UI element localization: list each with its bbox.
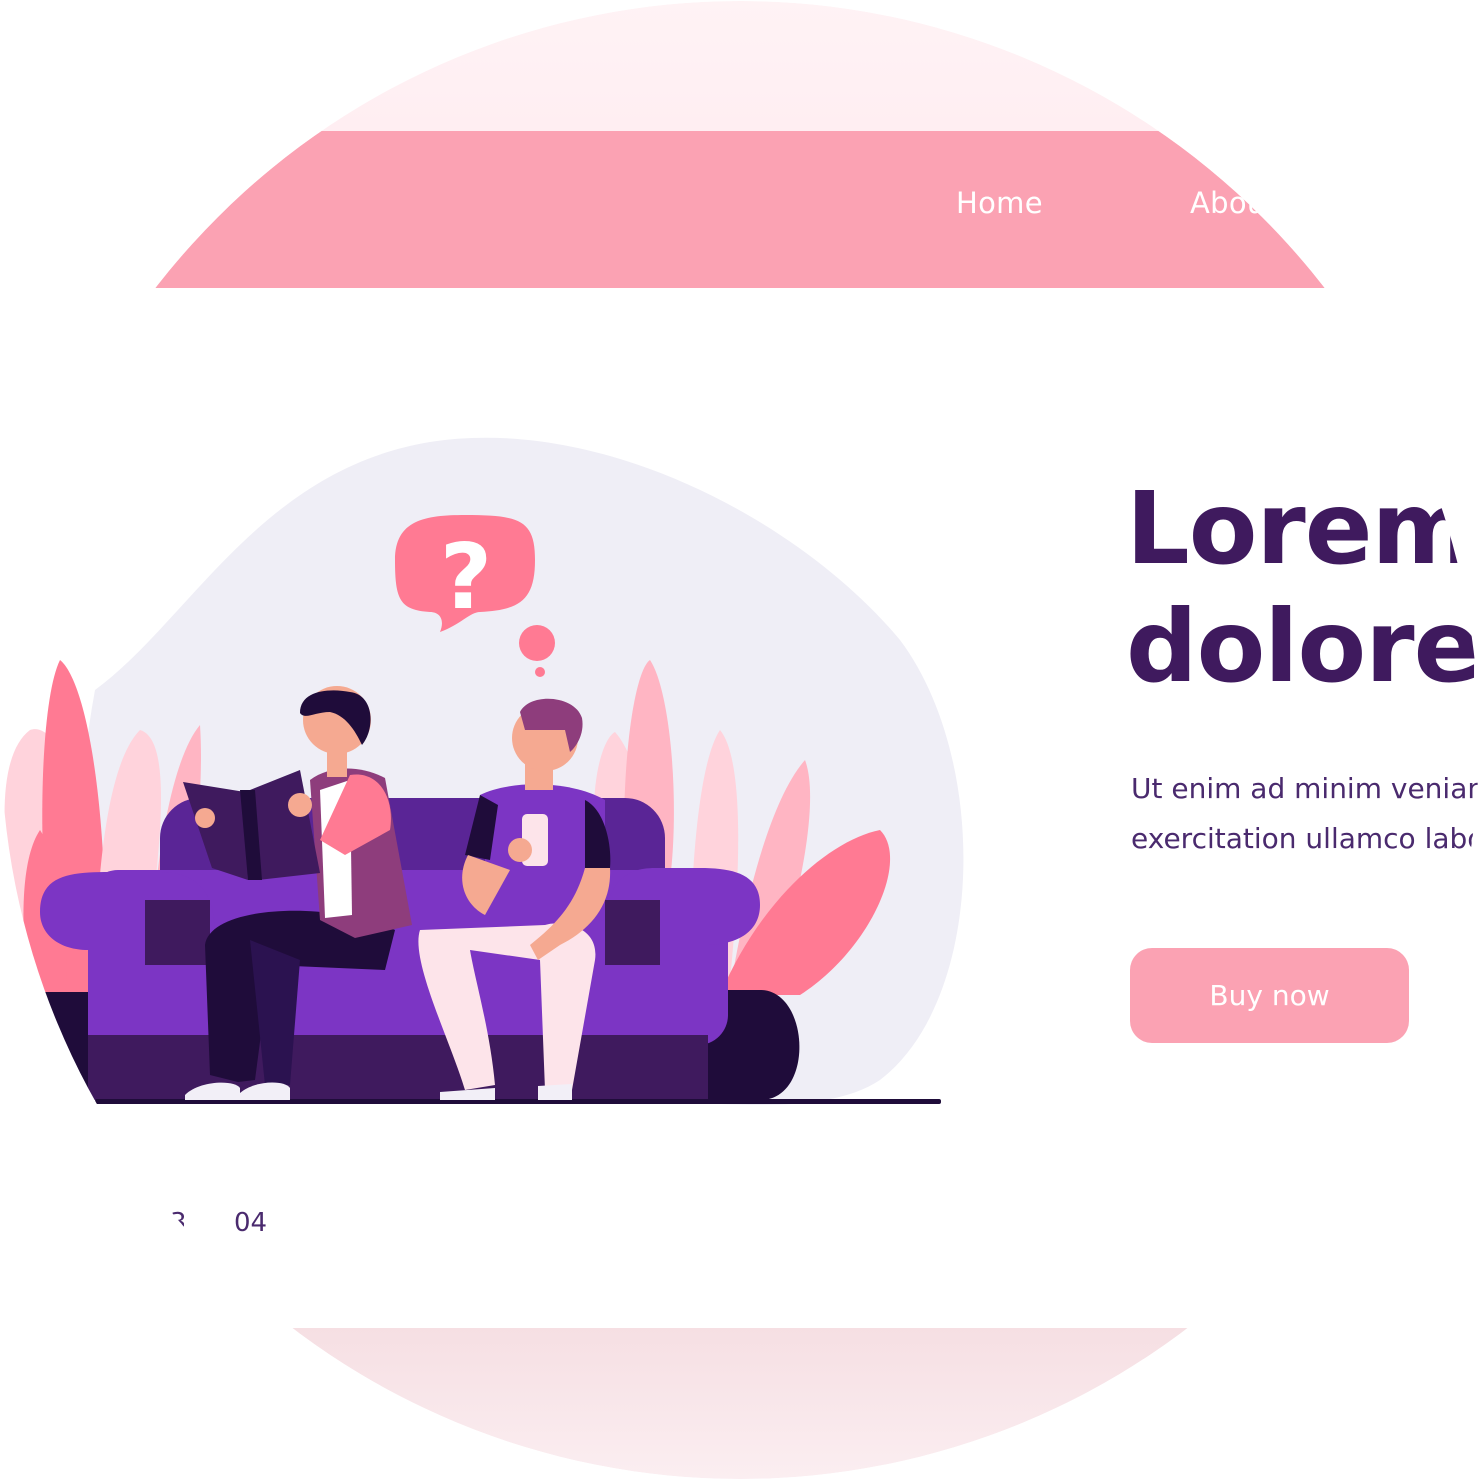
- nav-link-home[interactable]: Home: [956, 186, 1043, 220]
- top-background-strip: [1, 1, 1479, 132]
- pager-current-number[interactable]: 04: [234, 1208, 267, 1238]
- page-frame: ? Home Abou Lorem dolore Ut enim ad mini…: [0, 0, 1479, 1479]
- plant-pot-left: [40, 992, 95, 1100]
- nav-link-about[interactable]: Abou: [1190, 186, 1266, 220]
- hero-title-line-1: Lorem: [1126, 470, 1476, 587]
- hero-description-line-1: Ut enim ad minim veniam: [1131, 772, 1479, 805]
- hero-title-line-2: dolore: [1126, 588, 1479, 705]
- bottom-background-strip: [1, 1328, 1479, 1479]
- pager-prev-number[interactable]: 3: [170, 1208, 184, 1238]
- hero-title: Lorem dolore: [1126, 470, 1479, 706]
- top-nav: Home Abou: [0, 186, 1479, 230]
- hero-description-line-2: exercitation ullamco labo: [1131, 822, 1479, 855]
- question-mark-icon: ?: [440, 525, 492, 630]
- buy-now-button[interactable]: Buy now: [1130, 948, 1409, 1043]
- hero-description: Ut enim ad minim veniam exercitation ull…: [1131, 764, 1479, 864]
